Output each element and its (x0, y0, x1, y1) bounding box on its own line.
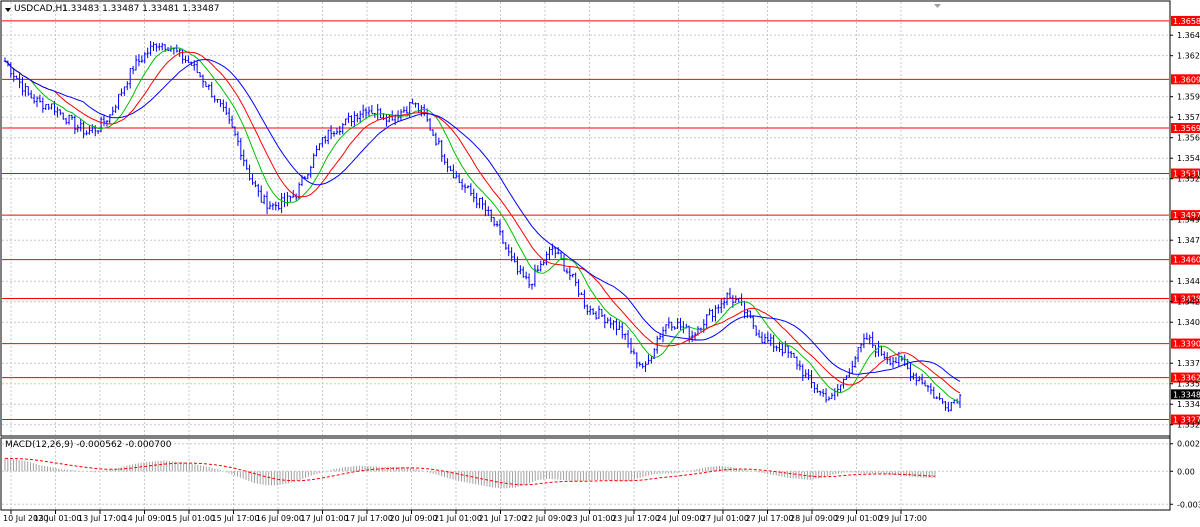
current-price-label: 1.33487 (1173, 390, 1200, 399)
symbol-header[interactable]: USDCAD,H1 1.33483 1.33487 1.33481 1.3348… (5, 4, 219, 14)
price-tick-label: 1.34425 (1177, 277, 1200, 286)
time-tick-label: 20 Jul 09:00 (390, 514, 438, 523)
price-tick-label: 1.34765 (1177, 236, 1200, 245)
level-price-label: 1.34604 (1173, 256, 1200, 265)
price-tick-label: 1.33745 (1177, 359, 1200, 368)
macd-tick-label: 0.00256 (1177, 440, 1200, 449)
time-tick-label: 13 Jul 01:00 (34, 514, 82, 523)
time-tick-label: 21 Jul 01:00 (434, 514, 482, 523)
price-tick-label: 1.33235 (1177, 421, 1200, 430)
time-tick-label: 29 Jul 17:00 (879, 514, 927, 523)
price-tick-label: 1.35785 (1177, 113, 1200, 122)
time-tick-label: 15 Jul 01:00 (167, 514, 215, 523)
time-tick-label: 23 Jul 17:00 (612, 514, 660, 523)
price-tick-label: 1.36465 (1177, 31, 1200, 40)
level-price-label: 1.36583 (1173, 17, 1200, 26)
chart-window: 1.365831.360991.356951.353181.349731.346… (0, 0, 1200, 527)
price-tick-label: 1.36295 (1177, 52, 1200, 61)
price-tick-label: 1.34255 (1177, 298, 1200, 307)
macd-tick-label: 0.00 (1177, 467, 1195, 476)
time-tick-label: 21 Jul 17:00 (479, 514, 527, 523)
time-tick-label: 17 Jul 01:00 (301, 514, 349, 523)
price-tick-label: 1.35275 (1177, 175, 1200, 184)
time-tick-label: 15 Jul 17:00 (212, 514, 260, 523)
time-tick-label: 17 Jul 17:00 (345, 514, 393, 523)
time-tick-label: 16 Jul 09:00 (256, 514, 304, 523)
time-tick-label: 14 Jul 09:00 (123, 514, 171, 523)
time-tick-label: 13 Jul 17:00 (78, 514, 126, 523)
macd-tick-label: -0.00306 (1177, 500, 1200, 509)
price-tick-label: 1.34085 (1177, 318, 1200, 327)
time-tick-label: 28 Jul 09:00 (790, 514, 838, 523)
level-price-label: 1.36099 (1173, 75, 1200, 84)
ohlc-values: 1.33483 1.33487 1.33481 1.33487 (62, 4, 219, 14)
level-price-label: 1.33908 (1173, 340, 1200, 349)
macd-label: MACD(12,26,9) -0.000562 -0.000700 (5, 440, 172, 450)
price-tick-label: 1.34935 (1177, 216, 1200, 225)
price-tick-label: 1.33575 (1177, 380, 1200, 389)
level-price-label: 1.35695 (1173, 124, 1200, 133)
symbol-label: USDCAD,H1 (14, 4, 68, 14)
time-tick-label: 27 Jul 17:00 (746, 514, 794, 523)
time-tick-label: 22 Jul 09:00 (523, 514, 571, 523)
price-tick-label: 1.33405 (1177, 400, 1200, 409)
time-tick-label: 24 Jul 09:00 (657, 514, 705, 523)
price-tick-label: 1.35955 (1177, 93, 1200, 102)
time-tick-label: 29 Jul 01:00 (835, 514, 883, 523)
time-tick-label: 27 Jul 01:00 (701, 514, 749, 523)
time-tick-label: 23 Jul 01:00 (568, 514, 616, 523)
price-tick-label: 1.35445 (1177, 154, 1200, 163)
price-tick-label: 1.35615 (1177, 134, 1200, 143)
